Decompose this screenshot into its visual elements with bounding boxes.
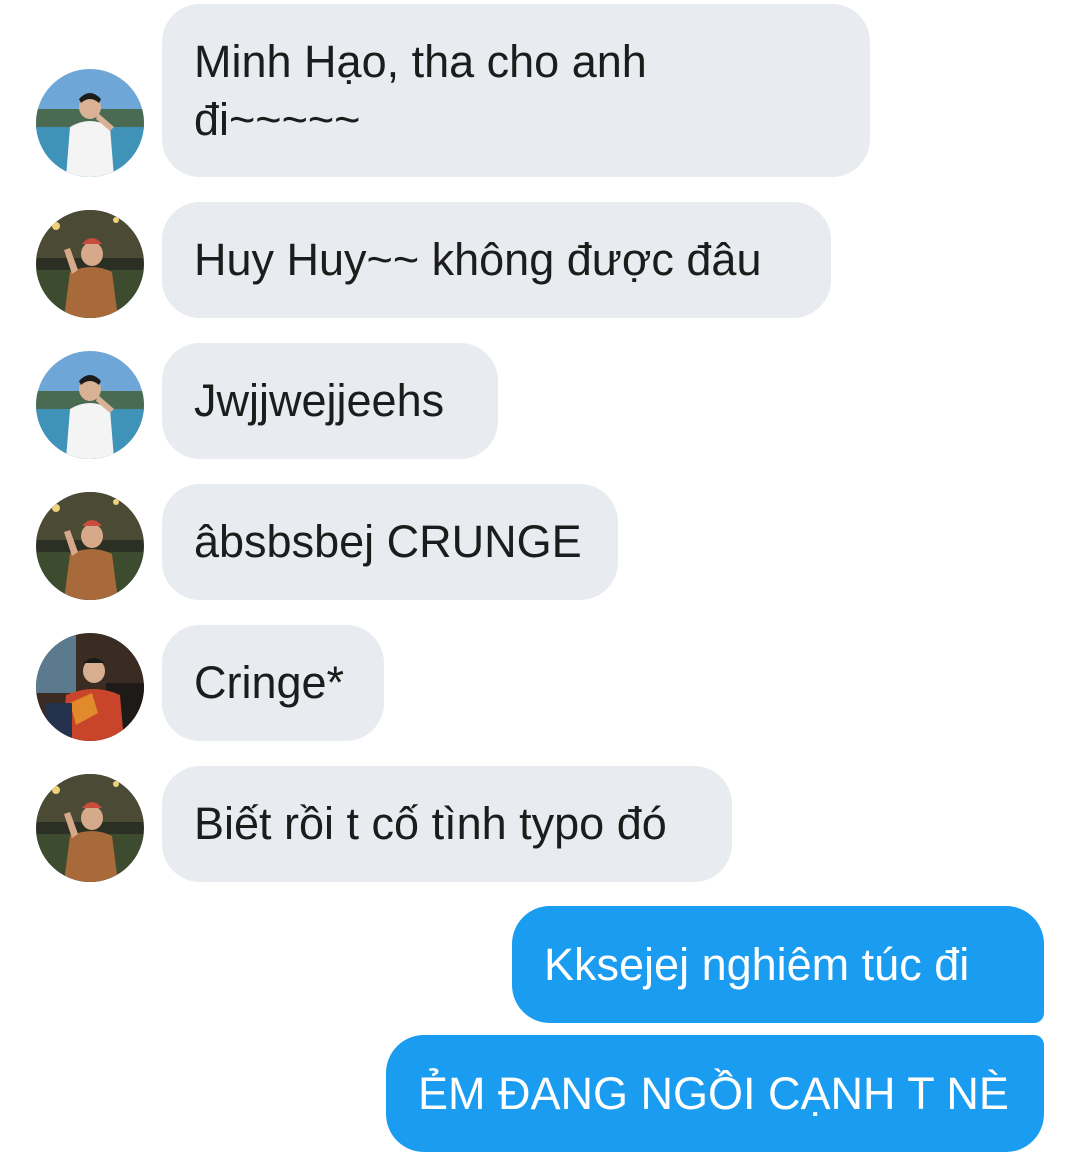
message-text: Huy Huy~~ không được đâu: [194, 234, 762, 285]
message-text: ẺM ĐANG NGỒI CẠNH T NÈ: [418, 1067, 1009, 1119]
outgoing-message-bubble[interactable]: Kksejej nghiêm túc đi: [512, 906, 1044, 1023]
message-text: âbsbsbej CRUNGE: [194, 516, 582, 567]
message-text: Cringe*: [194, 657, 345, 708]
message-text: Kksejej nghiêm túc đi: [544, 938, 970, 990]
avatar-third-user[interactable]: [36, 633, 144, 741]
message-bubble[interactable]: Minh Hạo, tha cho anh đi~~~~~: [162, 4, 870, 177]
message-bubble[interactable]: Jwjjwejjeehs: [162, 343, 498, 459]
avatar-minh-hao[interactable]: [36, 210, 144, 318]
avatar-huy[interactable]: [36, 351, 144, 459]
message-bubble[interactable]: âbsbsbej CRUNGE: [162, 484, 618, 600]
avatar-huy[interactable]: [36, 69, 144, 177]
message-text: Minh Hạo, tha cho anh đi~~~~~: [194, 35, 647, 145]
message-text: Biết rồi t cố tình typo đó: [194, 798, 667, 849]
message-bubble[interactable]: Cringe*: [162, 625, 384, 741]
avatar-minh-hao[interactable]: [36, 774, 144, 882]
message-bubble[interactable]: Biết rồi t cố tình typo đó: [162, 766, 732, 882]
avatar-minh-hao[interactable]: [36, 492, 144, 600]
message-text: Jwjjwejjeehs: [194, 375, 445, 426]
outgoing-message-bubble[interactable]: ẺM ĐANG NGỒI CẠNH T NÈ: [386, 1035, 1044, 1152]
message-bubble[interactable]: Huy Huy~~ không được đâu: [162, 202, 831, 318]
